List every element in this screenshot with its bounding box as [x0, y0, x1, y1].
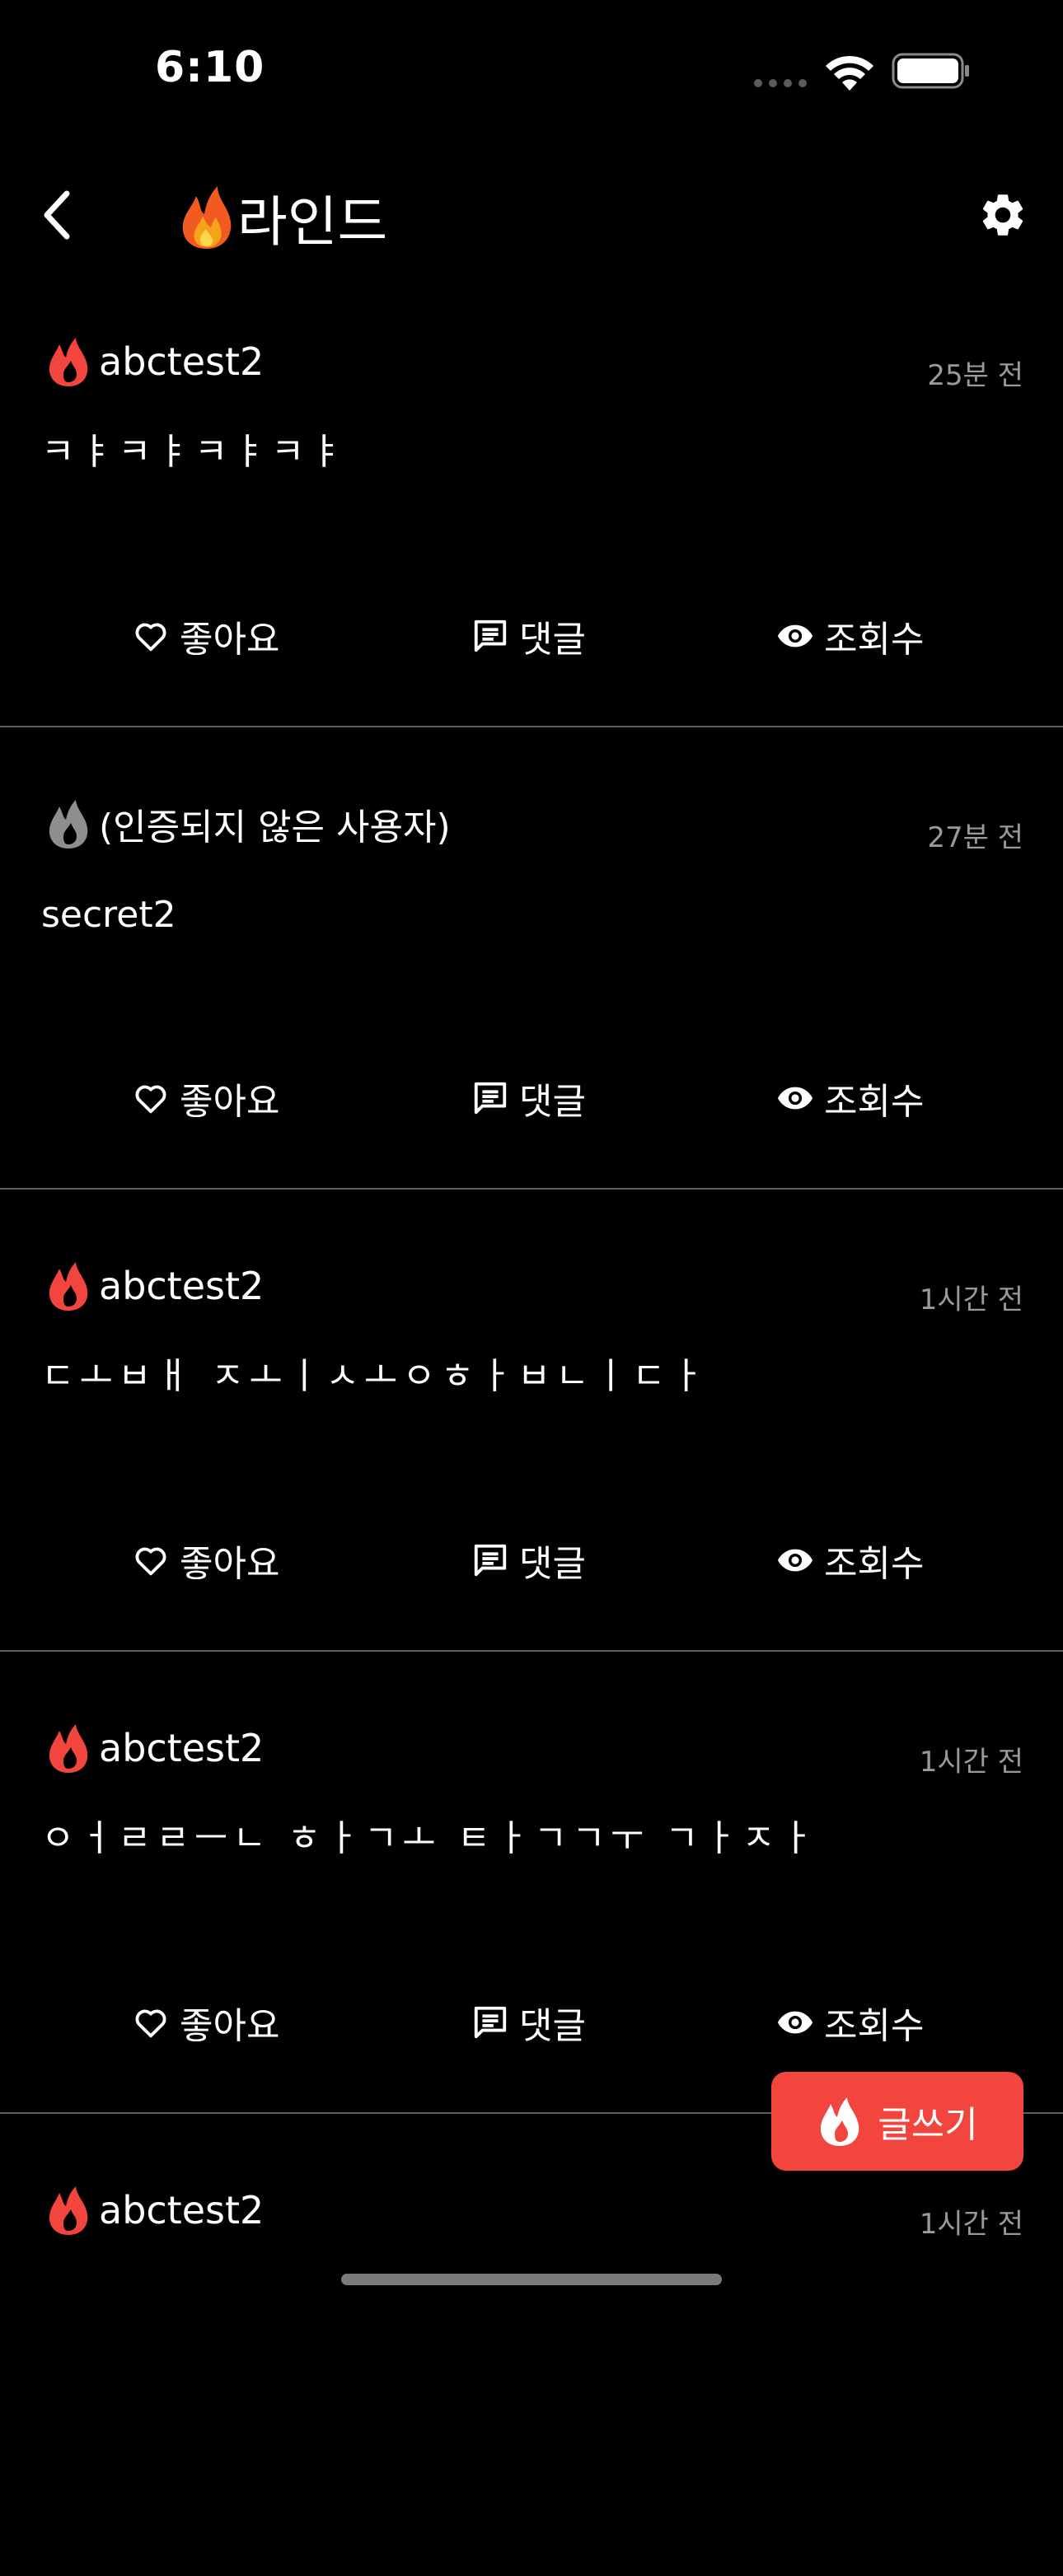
like-label: 좋아요 [180, 1543, 280, 1585]
author-name: abctest2 [99, 1264, 265, 1308]
heart-icon [135, 1085, 166, 1114]
author-name: abctest2 [99, 339, 265, 384]
views-button[interactable]: 조회수 [776, 1527, 924, 1593]
comment-icon [474, 619, 507, 652]
comment-icon [474, 1544, 507, 1577]
views-label: 조회수 [824, 619, 925, 661]
like-label: 좋아요 [180, 619, 280, 661]
views-label: 조회수 [824, 1081, 925, 1123]
heart-icon [135, 623, 166, 652]
flame-icon [821, 2097, 859, 2146]
comment-button[interactable]: 댓글 [471, 1065, 586, 1131]
eye-icon [777, 1087, 813, 1110]
post-card[interactable]: abctest2 25분 전 ㅋㅑㅋㅑㅋㅑㅋㅑ 좋아요 댓글 조회수 [0, 265, 1063, 727]
page-title-text: 라인드 [237, 190, 388, 254]
post-card[interactable]: abctest2 1시간 전 ㅇㅓㄹㄹㅡㄴ ㅎㅏㄱㅗ ㅌㅏㄱㄱㅜ ㄱㅏㅈㅏ 좋아… [0, 1652, 1063, 2114]
gear-icon [982, 194, 1023, 236]
page-title: 라인드 [178, 178, 387, 257]
post-body: secret2 [41, 894, 176, 936]
like-button[interactable]: 좋아요 [132, 603, 279, 669]
home-indicator [341, 2274, 722, 2285]
views-button[interactable]: 조회수 [776, 1065, 924, 1131]
post-time: 25분 전 [927, 359, 1023, 392]
flame-icon [49, 338, 88, 386]
comment-label: 댓글 [519, 1543, 586, 1585]
post-author: abctest2 [46, 336, 264, 387]
flame-icon-unverified [49, 800, 88, 849]
author-name: abctest2 [99, 2188, 265, 2232]
comment-button[interactable]: 댓글 [471, 1989, 586, 2055]
post-body: ㅋㅑㅋㅑㅋㅑㅋㅑ [41, 431, 348, 473]
views-button[interactable]: 조회수 [776, 603, 924, 669]
eye-icon [777, 1549, 813, 1572]
post-actions: 좋아요 댓글 조회수 [0, 1527, 1063, 1593]
battery-icon [892, 53, 969, 89]
heart-icon [135, 2009, 166, 2038]
chevron-left-icon [44, 190, 70, 240]
post-author: abctest2 [46, 2185, 264, 2236]
post-card[interactable]: abctest2 1시간 전 [0, 2114, 1063, 2576]
post-time: 1시간 전 [919, 1283, 1023, 1316]
like-button[interactable]: 좋아요 [132, 1527, 279, 1593]
wifi-icon [826, 55, 873, 91]
back-button[interactable] [28, 186, 86, 244]
like-label: 좋아요 [180, 2005, 280, 2047]
like-button[interactable]: 좋아요 [132, 1989, 279, 2055]
post-author: (인증되지 않은 사용자) [46, 798, 451, 849]
status-bar: 6:10 [0, 0, 1063, 140]
post-body: ㄷㅗㅂㅐ ㅈㅗㅣㅅㅗㅇㅎㅏㅂㄴㅣㄷㅏ [41, 1355, 709, 1397]
comment-button[interactable]: 댓글 [471, 603, 586, 669]
views-label: 조회수 [824, 2005, 925, 2047]
flame-icon [49, 1724, 88, 1773]
post-time: 1시간 전 [919, 1746, 1023, 1779]
settings-button[interactable] [974, 186, 1032, 244]
write-post-label: 글쓰기 [878, 2104, 978, 2146]
cellular-signal-icon [754, 79, 807, 87]
eye-icon [777, 2011, 813, 2034]
post-card[interactable]: abctest2 1시간 전 ㄷㅗㅂㅐ ㅈㅗㅣㅅㅗㅇㅎㅏㅂㄴㅣㄷㅏ 좋아요 댓글 [0, 1190, 1063, 1652]
post-author: abctest2 [46, 1260, 264, 1311]
author-name: abctest2 [99, 1726, 265, 1770]
comment-button[interactable]: 댓글 [471, 1527, 586, 1593]
like-label: 좋아요 [180, 1081, 280, 1123]
comment-icon [474, 1082, 507, 1115]
views-label: 조회수 [824, 1543, 925, 1585]
fire-emoji-icon [182, 186, 232, 249]
post-actions: 좋아요 댓글 조회수 [0, 1989, 1063, 2055]
post-author: abctest2 [46, 1723, 264, 1774]
views-button[interactable]: 조회수 [776, 1989, 924, 2055]
like-button[interactable]: 좋아요 [132, 1065, 279, 1131]
comment-label: 댓글 [519, 619, 586, 661]
post-actions: 좋아요 댓글 조회수 [0, 603, 1063, 669]
heart-icon [135, 1547, 166, 1576]
write-post-button[interactable]: 글쓰기 [771, 2072, 1023, 2171]
comment-label: 댓글 [519, 2005, 586, 2047]
eye-icon [777, 624, 813, 648]
post-card[interactable]: (인증되지 않은 사용자) 27분 전 secret2 좋아요 댓글 조회수 [0, 727, 1063, 1190]
comment-icon [474, 2006, 507, 2039]
nav-header: 라인드 [0, 165, 1063, 265]
author-name: (인증되지 않은 사용자) [99, 806, 451, 849]
flame-icon [49, 2186, 88, 2235]
status-time: 6:10 [155, 43, 265, 92]
post-actions: 좋아요 댓글 조회수 [0, 1065, 1063, 1131]
post-time: 1시간 전 [919, 2208, 1023, 2241]
post-time: 27분 전 [927, 821, 1023, 854]
post-body: ㅇㅓㄹㄹㅡㄴ ㅎㅏㄱㅗ ㅌㅏㄱㄱㅜ ㄱㅏㅈㅏ [41, 1817, 819, 1859]
comment-label: 댓글 [519, 1081, 586, 1123]
post-feed: abctest2 25분 전 ㅋㅑㅋㅑㅋㅑㅋㅑ 좋아요 댓글 조회수 (인증되지… [0, 265, 1063, 2576]
flame-icon [49, 1262, 88, 1311]
